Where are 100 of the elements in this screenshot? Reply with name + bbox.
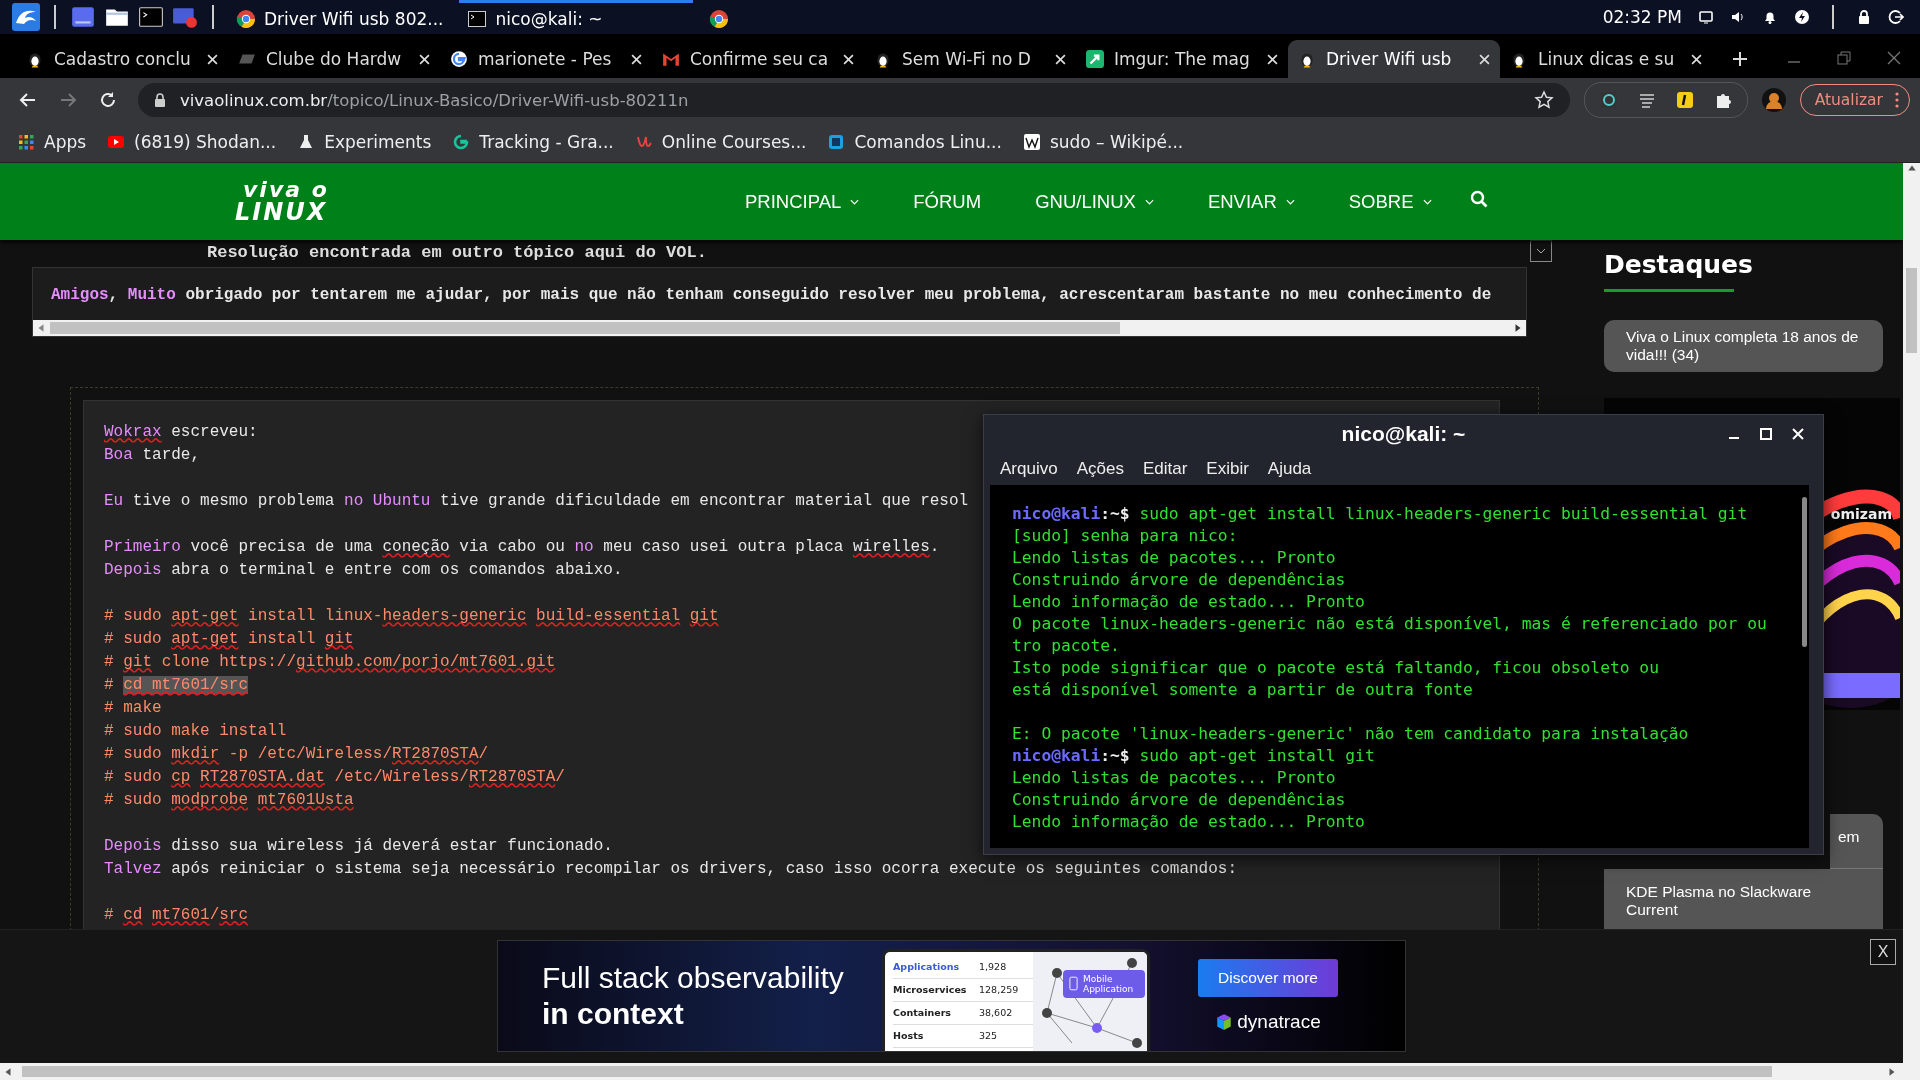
chevron-down-icon xyxy=(1285,198,1295,205)
bookmark[interactable]: Online Courses... xyxy=(635,132,807,152)
taskbar-item[interactable]: Driver Wifi usb 802... xyxy=(228,0,452,34)
row-label: Hosts xyxy=(893,1028,925,1043)
terminal-line: E: O pacote 'linux-headers-generic' não tem candidato para instalação xyxy=(1012,723,1690,745)
desktop-icon[interactable] xyxy=(70,4,96,30)
dragon-logo-icon[interactable] xyxy=(12,3,40,31)
code-line: # cd mt7601/src xyxy=(104,905,249,926)
highlight-link[interactable]: Viva o Linux completa 18 anos de vida!!! (34) xyxy=(1604,320,1883,372)
menu-item[interactable]: Arquivo xyxy=(1000,459,1058,479)
reload-icon[interactable] xyxy=(98,90,118,110)
star-icon[interactable] xyxy=(1533,90,1554,110)
code-line: Talvez após reiniciar o sistema seja necessário recompilar os drivers, caso isso ocorra execute os seguintes comandos: xyxy=(104,859,1237,880)
scrollbar-thumb[interactable] xyxy=(1802,497,1807,647)
browser-tab[interactable]: Driver Wifi usb xyxy=(1288,40,1500,78)
penguin-icon xyxy=(1510,50,1528,68)
horizontal-scrollbar[interactable] xyxy=(0,1063,1920,1080)
search-icon[interactable] xyxy=(1469,189,1488,208)
more-icon xyxy=(1895,92,1899,108)
clock[interactable]: 02:32 PM xyxy=(1602,7,1682,27)
vertical-scrollbar[interactable] xyxy=(1903,163,1920,1063)
power-icon[interactable] xyxy=(1794,9,1810,25)
chevron-down-icon[interactable] xyxy=(1530,240,1552,262)
lock-icon[interactable] xyxy=(1856,9,1872,25)
terminal-line: O pacote linux-headers-generic não está disponível, mas é referenciado por ou xyxy=(1012,613,1768,635)
article-link[interactable]: em xyxy=(1830,814,1883,869)
bookmark[interactable]: (6819) Shodan... xyxy=(108,132,277,152)
window-title: nico@kali: ~ xyxy=(1341,422,1466,446)
chevron-down-icon xyxy=(850,198,860,205)
ad-headline: in context xyxy=(542,996,685,1032)
browser-tab[interactable]: Confirme seu ca xyxy=(652,40,864,78)
letter-tile-icon[interactable] xyxy=(1674,90,1695,110)
browser-tab[interactable]: Imgur: The mag xyxy=(1076,40,1288,78)
u-icon xyxy=(635,134,652,150)
terminal-line: Isto pode significar que o pacote está faltando, ficou obsoleto ou xyxy=(1012,657,1660,679)
terminal-line: Lendo informação de estado... Pronto xyxy=(1012,591,1366,613)
monitor-icon[interactable] xyxy=(1698,9,1714,25)
w-icon xyxy=(1023,134,1040,150)
menu-item[interactable]: Editar xyxy=(1142,459,1188,479)
code-line: Boa tarde, xyxy=(104,445,201,466)
scrollbar-thumb[interactable] xyxy=(1906,268,1917,353)
ad-headline: Full stack observability xyxy=(542,960,845,996)
nav-link[interactable]: FÓRUM xyxy=(913,190,982,213)
code-line: Wokrax escreveu: xyxy=(104,422,258,443)
penguin-icon xyxy=(1298,50,1316,68)
browser-tab[interactable]: Linux dicas e su xyxy=(1500,40,1712,78)
browser-tab[interactable]: marionete - Pes xyxy=(440,40,652,78)
volume-icon[interactable] xyxy=(1730,9,1746,25)
nav-link[interactable]: PRINCIPAL xyxy=(745,190,860,213)
g-icon xyxy=(450,50,468,68)
logout-icon[interactable] xyxy=(1888,9,1904,25)
discover-button[interactable]: Discover more xyxy=(1198,959,1338,997)
maximize-icon[interactable] xyxy=(1759,427,1773,441)
code-line: Depois abra o terminal e entre com os comandos abaixo. xyxy=(104,560,623,581)
row-value: 38,602 xyxy=(979,1005,1013,1020)
row-value: 128,259 xyxy=(979,982,1019,997)
restore-icon[interactable] xyxy=(1836,50,1852,66)
browser-tab[interactable]: Cadastro conclu xyxy=(16,40,228,78)
menu-item[interactable]: Ações xyxy=(1076,459,1124,479)
browser-tab[interactable]: Clube do Hardw xyxy=(228,40,440,78)
phone-icon xyxy=(1069,976,1078,991)
new-tab-icon[interactable] xyxy=(1732,51,1748,67)
code-line: # cd mt7601/src xyxy=(104,675,249,696)
terminal-icon xyxy=(467,8,488,29)
address-bar[interactable]: vivaolinux.com.br/topico/Linux-Basico/Driver-Wifi-usb-80211n xyxy=(138,83,1570,117)
penguin-icon xyxy=(874,50,892,68)
code-line: Depois disso sua wireless já deverá estar funcionado. xyxy=(104,836,613,857)
horizontal-scrollbar[interactable] xyxy=(33,320,1526,336)
close-button[interactable]: X xyxy=(1870,939,1896,965)
nav-link[interactable]: ENVIAR xyxy=(1207,190,1295,213)
menu-item[interactable]: Ajuda xyxy=(1267,459,1312,479)
sidebar-heading: Destaques xyxy=(1604,250,1754,279)
code-line: Eu tive o mesmo problema no Ubuntu tive grande dificuldade em encontrar material que resol xyxy=(104,491,969,512)
brand-logo: dynatrace xyxy=(1215,1011,1321,1033)
terminal-line: Lendo listas de pacotes... Pronto xyxy=(1012,767,1337,789)
nav-link[interactable]: SOBRE xyxy=(1348,190,1432,213)
terminal-line: Lendo informação de estado... Pronto xyxy=(1012,811,1366,833)
terminal-line: nico@kali:~$ sudo apt-get install linux-headers-generic build-essential git xyxy=(1012,503,1749,525)
ad-text: omizam xyxy=(1830,506,1892,522)
code-line: Amigos, Muito obrigado por tentarem me ajudar, por mais que não tenham conseguido resolver meu problema, acrescentaram bastante no meu conhecimento de xyxy=(50,285,1493,306)
tooltip: Mobile Application xyxy=(1063,969,1145,998)
browser-tab[interactable]: Sem Wi-Fi no D xyxy=(864,40,1076,78)
camera-icon[interactable] xyxy=(1598,90,1619,110)
terminal-icon[interactable] xyxy=(138,4,164,30)
terminal-line: Construindo árvore de dependências xyxy=(1012,569,1347,591)
bookmark[interactable]: Experiments xyxy=(298,132,432,152)
arrow-up-icon xyxy=(1086,50,1104,68)
bookmark[interactable]: Comandos Linu... xyxy=(828,132,1002,152)
avatar-icon[interactable] xyxy=(1761,88,1786,112)
site-logo[interactable]: viva o LINUX xyxy=(235,179,347,224)
ad-banner[interactable]: Full stack observability in context Applications 1,928 Microservices 128,259 Containers 38,602 Hosts 325 Mobile Application Discover more dynatrace xyxy=(497,940,1406,1052)
g-icon xyxy=(453,134,470,150)
code-line: # sudo make install xyxy=(104,721,287,742)
bookmark[interactable]: Tracking - Gra... xyxy=(453,132,614,152)
nav-link[interactable]: GNU/LINUX xyxy=(1035,190,1154,213)
chevron-down-icon xyxy=(1144,198,1154,205)
flask-icon xyxy=(298,134,315,150)
bookmark[interactable]: Apps xyxy=(18,132,87,152)
bookmark[interactable]: sudo – Wikipé... xyxy=(1023,132,1184,152)
menu-item[interactable]: Exibir xyxy=(1206,459,1249,479)
